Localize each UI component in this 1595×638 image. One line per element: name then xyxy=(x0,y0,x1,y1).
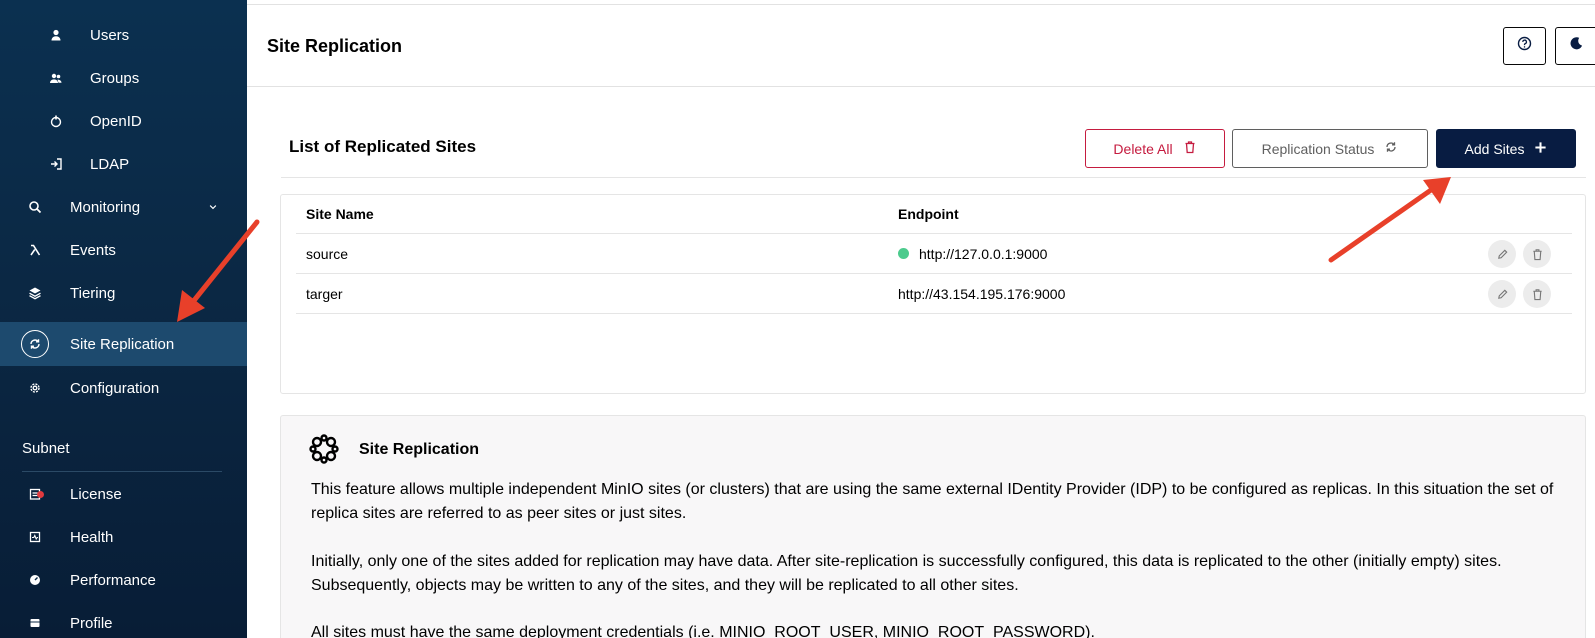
row-divider xyxy=(296,313,1572,314)
page-title: Site Replication xyxy=(267,36,403,56)
profile-icon xyxy=(21,609,49,637)
minio-logo-icon xyxy=(309,434,339,469)
endpoint-cell: http://43.154.195.176:9000 xyxy=(898,286,1066,302)
sidebar-item-label: Configuration xyxy=(70,379,160,397)
sidebar-item-label: Health xyxy=(70,528,114,546)
moon-icon xyxy=(1569,36,1584,56)
sidebar-item-performance[interactable]: Performance xyxy=(0,558,247,602)
openid-icon xyxy=(42,107,70,135)
pencil-icon xyxy=(1497,249,1507,259)
sidebar-item-label: Performance xyxy=(70,571,156,589)
edit-site-button[interactable] xyxy=(1488,240,1516,268)
theme-toggle-button[interactable] xyxy=(1555,27,1595,65)
health-icon xyxy=(21,523,49,551)
trash-icon xyxy=(1183,140,1197,157)
replication-status-label: Replication Status xyxy=(1261,140,1375,157)
sidebar-item-events[interactable]: Events xyxy=(0,228,247,272)
sidebar-item-label: Monitoring xyxy=(70,198,141,216)
column-header-site-name: Site Name xyxy=(306,206,374,222)
add-sites-label: Add Sites xyxy=(1464,140,1525,157)
sidebar-item-monitoring[interactable]: Monitoring xyxy=(0,185,247,229)
chevron-down-icon[interactable] xyxy=(206,200,220,214)
sidebar-item-ldap[interactable]: LDAP xyxy=(0,142,247,186)
help-button[interactable] xyxy=(1503,27,1546,65)
list-title: List of Replicated Sites xyxy=(289,137,477,156)
sidebar-item-label: Site Replication xyxy=(70,335,175,353)
sidebar-item-label: Users xyxy=(90,26,130,44)
refresh-icon xyxy=(1384,140,1398,157)
delete-all-label: Delete All xyxy=(1113,140,1173,157)
sidebar-item-label: Events xyxy=(70,241,116,259)
sidebar-item-health[interactable]: Health xyxy=(0,515,247,559)
endpoint-cell: http://127.0.0.1:9000 xyxy=(919,246,1048,262)
edit-site-button[interactable] xyxy=(1488,280,1516,308)
delete-site-button[interactable] xyxy=(1523,280,1551,308)
notification-dot xyxy=(37,491,44,498)
sidebar-item-site-replication[interactable]: Site Replication xyxy=(0,322,247,366)
app-root: Users Groups OpenID LDAP Monitoring Even… xyxy=(0,0,1595,638)
license-icon xyxy=(21,480,49,508)
sidebar-item-label: Profile xyxy=(70,614,113,632)
info-paragraph: All sites must have the same deployment … xyxy=(311,624,1095,638)
page-header: Site Replication xyxy=(247,5,1595,87)
replication-status-button[interactable]: Replication Status xyxy=(1232,129,1428,168)
delete-site-button[interactable] xyxy=(1523,240,1551,268)
user-icon xyxy=(42,21,70,49)
sidebar-item-groups[interactable]: Groups xyxy=(0,56,247,100)
row-divider xyxy=(296,233,1572,234)
sidebar-item-label: Groups xyxy=(90,69,140,87)
sidebar-item-tiering[interactable]: Tiering xyxy=(0,271,247,315)
help-icon xyxy=(1517,36,1532,56)
sidebar: Users Groups OpenID LDAP Monitoring Even… xyxy=(0,0,247,638)
info-paragraph: This feature allows multiple independent… xyxy=(311,481,1554,522)
sidebar-item-label: LDAP xyxy=(90,155,130,173)
sidebar-item-label: License xyxy=(70,485,122,503)
site-name-cell: source xyxy=(306,246,349,262)
sidebar-item-label: OpenID xyxy=(90,112,142,130)
section-divider xyxy=(281,177,1586,178)
performance-icon xyxy=(21,566,49,594)
sidebar-item-openid[interactable]: OpenID xyxy=(0,99,247,143)
pencil-icon xyxy=(1497,289,1507,299)
info-paragraph: Initially, only one of the sites added f… xyxy=(311,553,1502,594)
delete-all-button[interactable]: Delete All xyxy=(1085,129,1225,168)
sidebar-section-subnet: Subnet xyxy=(22,440,70,457)
trash-icon xyxy=(1532,288,1542,300)
row-divider xyxy=(296,273,1572,274)
online-status-dot xyxy=(898,248,909,259)
sidebar-item-configuration[interactable]: Configuration xyxy=(0,366,247,410)
trash-icon xyxy=(1532,248,1542,260)
plus-icon xyxy=(1534,141,1547,157)
sidebar-item-license[interactable]: License xyxy=(0,472,247,516)
ldap-icon xyxy=(42,150,70,178)
sidebar-item-profile[interactable]: Profile xyxy=(0,601,247,638)
site-name-cell: targer xyxy=(306,286,343,302)
site-replication-icon xyxy=(21,330,49,358)
monitoring-icon xyxy=(21,193,49,221)
lambda-icon xyxy=(21,236,49,264)
gear-icon xyxy=(21,374,49,402)
sidebar-item-label: Tiering xyxy=(70,284,116,302)
add-sites-button[interactable]: Add Sites xyxy=(1436,129,1576,168)
groups-icon xyxy=(42,64,70,92)
column-header-endpoint: Endpoint xyxy=(898,206,959,222)
sidebar-item-users[interactable]: Users xyxy=(0,13,247,57)
tiering-icon xyxy=(21,279,49,307)
info-title: Site Replication xyxy=(359,441,480,458)
